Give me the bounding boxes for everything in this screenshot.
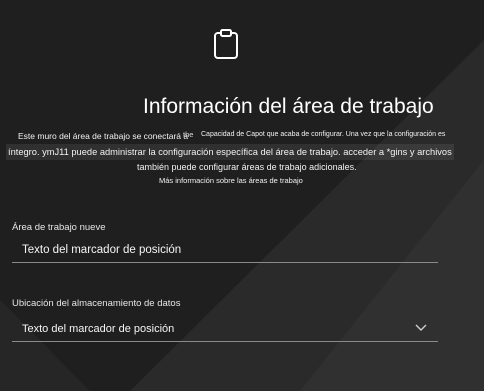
new-workspace-input[interactable]: Texto del marcador de posición (12, 241, 438, 263)
workspace-info-panel: Información del área de trabajo Este mur… (0, 0, 484, 391)
description-line-2: íntegro. ymJ11 puede administrar la conf… (6, 144, 454, 160)
description-line-1: Este muro del área de trabajo se conecta… (18, 131, 189, 141)
clipboard-icon (214, 29, 238, 59)
storage-location-value: Texto del marcador de posición (22, 323, 175, 335)
description-line-1-fragment: the (183, 130, 194, 139)
chevron-down-icon[interactable] (414, 322, 428, 334)
new-workspace-value: Texto del marcador de posición (22, 244, 182, 256)
description-line-1-continuation: Capacidad de Capot que acaba de configur… (201, 131, 446, 138)
page-title: Información del área de trabajo (143, 95, 434, 118)
storage-location-dropdown[interactable]: Texto del marcador de posición (12, 317, 438, 342)
storage-location-label: Ubicación del almacenamiento de datos (12, 298, 181, 309)
learn-more-link[interactable]: Más información sobre las áreas de traba… (159, 173, 303, 189)
new-workspace-label: Área de trabajo nueve (12, 222, 106, 233)
